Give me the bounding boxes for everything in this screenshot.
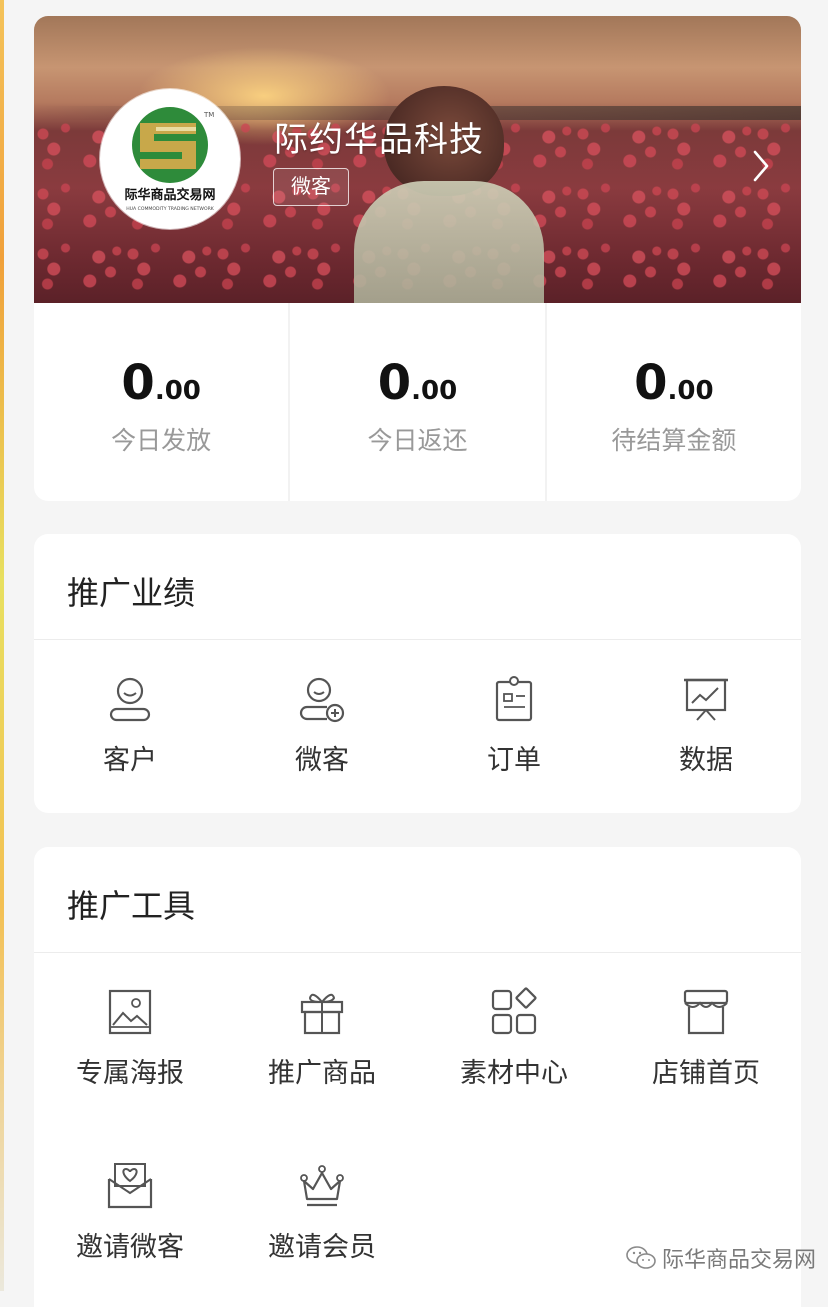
- grid-label: 邀请微客: [76, 1232, 184, 1263]
- watermark-text: 际华商品交易网: [662, 1248, 817, 1273]
- stat-value: 0.00: [377, 355, 458, 411]
- poster-image-icon: [108, 989, 152, 1035]
- grid-label: 专属海报: [76, 1058, 184, 1089]
- weike-entry[interactable]: 微客: [226, 674, 418, 777]
- stats-card: 0.00 今日发放 0.00 今日返还 0.00 待结算金额: [34, 303, 801, 501]
- logo-emblem-icon: TM 际华商品交易网 HUA COMMODITY TRADING NETWORK: [124, 107, 216, 212]
- section-divider: [34, 952, 801, 953]
- promote-goods-entry[interactable]: 推广商品: [226, 987, 418, 1090]
- grid-apps-icon: [491, 987, 537, 1035]
- stat-label: 今日返还: [367, 426, 468, 455]
- logo-subtext: HUA COMMODITY TRADING NETWORK: [126, 206, 215, 212]
- tools-section: 推广工具 专属海报 推广商品 素材中心 店铺首页 邀请微客 邀请会员: [34, 847, 801, 1307]
- crown-icon: [300, 1165, 344, 1207]
- stat-today-issued[interactable]: 0.00 今日发放: [34, 303, 288, 501]
- material-center-entry[interactable]: 素材中心: [418, 987, 610, 1090]
- customer-icon: [109, 677, 151, 722]
- customer-entry[interactable]: 客户: [34, 674, 226, 777]
- stat-label: 今日发放: [111, 426, 212, 455]
- logo-text: 际华商品交易网: [124, 187, 215, 203]
- grid-label: 推广商品: [268, 1058, 376, 1089]
- invite-member-entry[interactable]: 邀请会员: [226, 1161, 418, 1264]
- stat-today-returned[interactable]: 0.00 今日返还: [288, 303, 544, 501]
- store-home-entry[interactable]: 店铺首页: [610, 987, 802, 1090]
- logo-tm: TM: [203, 111, 214, 119]
- stat-value: 0.00: [121, 355, 201, 411]
- wechat-icon: [626, 1246, 656, 1269]
- stat-pending-settlement[interactable]: 0.00 待结算金额: [544, 303, 801, 501]
- add-user-icon: [299, 677, 345, 723]
- chart-board-icon: [684, 678, 728, 721]
- invite-weike-entry[interactable]: 邀请微客: [34, 1161, 226, 1264]
- watermark: 际华商品交易网: [626, 1242, 816, 1274]
- storefront-icon: [683, 989, 729, 1035]
- grid-label: 微客: [295, 745, 349, 776]
- left-edge-stripe: [0, 0, 4, 1291]
- poster-entry[interactable]: 专属海报: [34, 987, 226, 1090]
- data-entry[interactable]: 数据: [610, 674, 802, 777]
- stat-value: 0.00: [634, 355, 714, 411]
- heart-envelope-icon: [107, 1163, 153, 1209]
- tools-title: 推广工具: [67, 887, 196, 925]
- grid-label: 店铺首页: [652, 1058, 760, 1089]
- chevron-right-icon[interactable]: [748, 146, 774, 186]
- gift-icon: [300, 993, 344, 1035]
- role-tag: 微客: [273, 168, 349, 206]
- shop-logo[interactable]: TM 际华商品交易网 HUA COMMODITY TRADING NETWORK: [100, 89, 240, 229]
- clipboard-icon: [495, 676, 533, 722]
- performance-section: 推广业绩 客户 微客 订单 数据: [34, 534, 801, 813]
- profile-banner[interactable]: TM 际华商品交易网 HUA COMMODITY TRADING NETWORK…: [34, 16, 801, 303]
- grid-label: 客户: [103, 745, 157, 776]
- stat-label: 待结算金额: [611, 426, 737, 455]
- grid-label: 订单: [487, 745, 541, 776]
- grid-label: 邀请会员: [268, 1232, 376, 1263]
- section-divider: [34, 639, 801, 640]
- shop-name: 际约华品科技: [274, 120, 484, 160]
- grid-label: 素材中心: [460, 1058, 568, 1089]
- order-entry[interactable]: 订单: [418, 674, 610, 777]
- grid-label: 数据: [679, 745, 733, 776]
- performance-title: 推广业绩: [67, 574, 196, 612]
